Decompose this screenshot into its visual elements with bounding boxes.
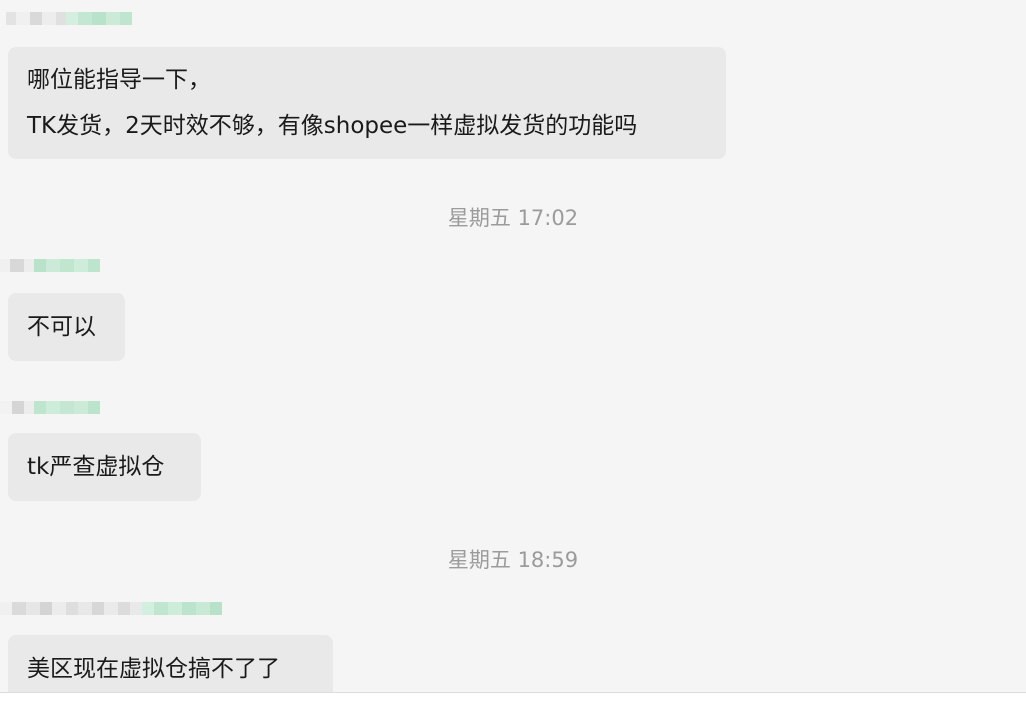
sender-name-blurred xyxy=(0,258,100,272)
message-bubble[interactable]: tk严查虚拟仓 xyxy=(8,433,201,501)
timestamp: 星期五 17:02 xyxy=(447,206,579,230)
message-text: TK发货，2天时效不够，有像shopee一样虚拟发货的功能吗 xyxy=(27,113,638,139)
message-bubble[interactable]: 不可以 xyxy=(8,293,125,361)
sender-name-blurred xyxy=(0,601,222,615)
message-text: 美区现在虚拟仓搞不了了 xyxy=(27,656,280,682)
message-bubble[interactable]: 哪位能指导一下， TK发货，2天时效不够，有像shopee一样虚拟发货的功能吗 xyxy=(8,47,726,159)
sender-name-blurred xyxy=(0,400,100,414)
chat-message-list[interactable]: 哪位能指导一下， TK发货，2天时效不够，有像shopee一样虚拟发货的功能吗 … xyxy=(0,0,1026,704)
timestamp: 星期五 18:59 xyxy=(447,548,579,572)
message-text: 不可以 xyxy=(27,314,96,340)
input-area-edge xyxy=(0,692,1026,705)
sender-name-blurred xyxy=(6,11,132,25)
message-text: 哪位能指导一下， xyxy=(27,67,211,93)
message-text: tk严查虚拟仓 xyxy=(27,454,165,480)
